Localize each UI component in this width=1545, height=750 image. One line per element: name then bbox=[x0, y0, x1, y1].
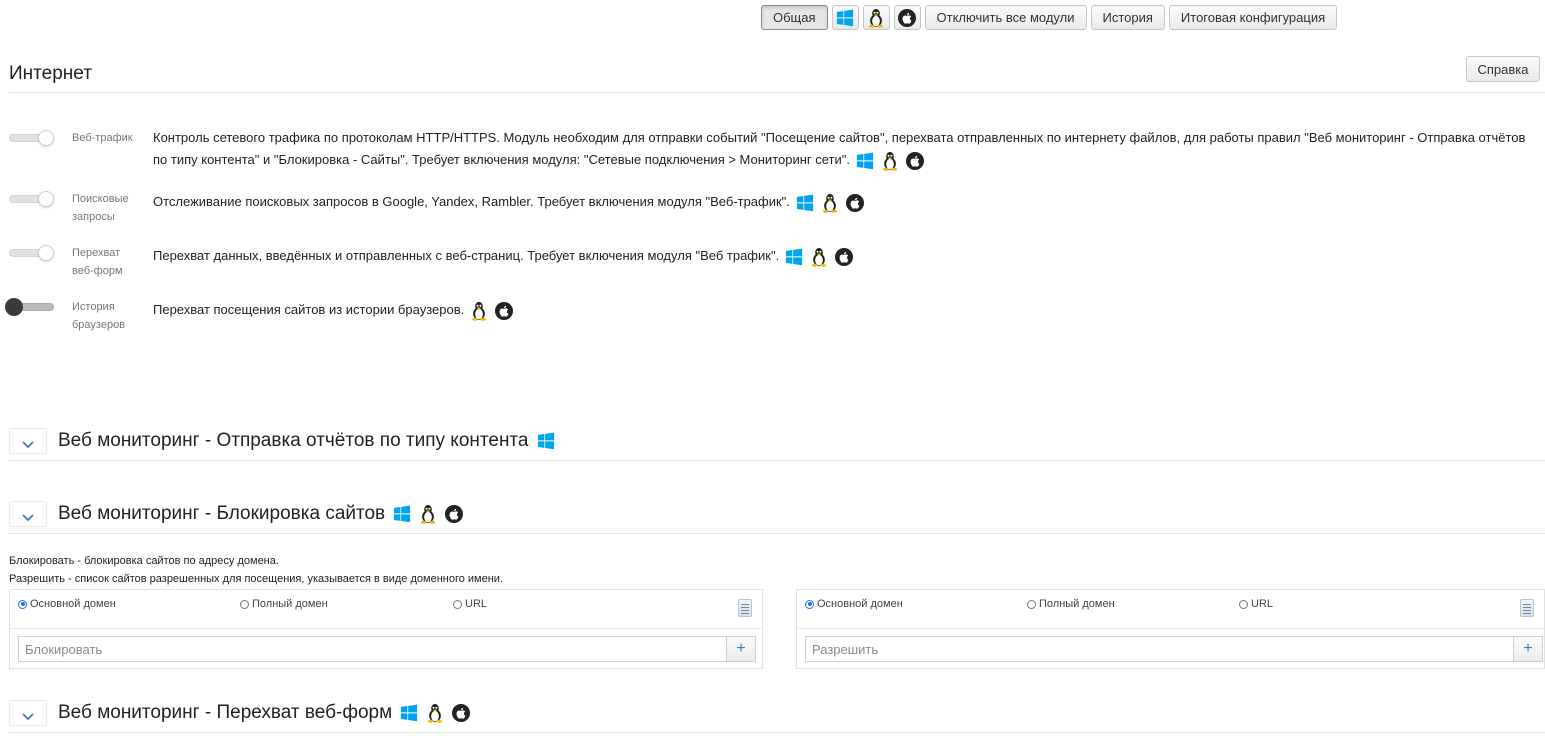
linux-icon bbox=[821, 193, 839, 213]
divider bbox=[9, 460, 1545, 461]
apple-icon bbox=[898, 8, 916, 28]
windows-icon bbox=[537, 431, 555, 451]
apple-icon bbox=[445, 504, 463, 524]
help-button[interactable]: Справка bbox=[1466, 56, 1540, 82]
linux-icon bbox=[881, 151, 899, 171]
module-label: Перехват веб-форм bbox=[72, 247, 123, 277]
apple-icon bbox=[495, 301, 513, 321]
rule-title-form-capture: Веб мониторинг - Перехват веб-форм bbox=[58, 702, 470, 724]
module-description: Контроль сетевого трафика по протоколам … bbox=[153, 127, 1538, 171]
general-button[interactable]: Общая bbox=[761, 5, 828, 30]
list-icon[interactable] bbox=[1520, 599, 1534, 617]
add-block-button[interactable]: + bbox=[726, 636, 756, 662]
block-radio-full-domain[interactable]: Полный домен bbox=[240, 598, 328, 610]
apple-icon bbox=[846, 193, 864, 213]
expand-form-capture-button[interactable] bbox=[9, 700, 47, 726]
os-support-icons bbox=[856, 151, 924, 171]
os-support-icons bbox=[796, 193, 864, 213]
windows-icon bbox=[785, 247, 803, 267]
add-allow-button[interactable]: + bbox=[1513, 636, 1543, 662]
linux-icon bbox=[867, 8, 885, 28]
allow-radio-url[interactable]: URL bbox=[1239, 598, 1273, 610]
section-title: Интернет bbox=[9, 63, 92, 84]
expand-content-reports-button[interactable] bbox=[9, 428, 47, 454]
web-form-capture-toggle[interactable] bbox=[9, 245, 54, 261]
apple-icon bbox=[835, 247, 853, 267]
block-radio-url[interactable]: URL bbox=[453, 598, 487, 610]
block-note: Блокировать - блокировка сайтов по адрес… bbox=[9, 555, 279, 567]
block-panel: Основной домен Полный домен URL + bbox=[9, 589, 763, 669]
rule-title-content-reports: Веб мониторинг - Отправка отчётов по тип… bbox=[58, 430, 555, 452]
apple-icon bbox=[906, 151, 924, 171]
windows-icon bbox=[400, 703, 418, 723]
module-description: Перехват данных, введённых и отправленны… bbox=[153, 245, 853, 267]
windows-filter-button[interactable] bbox=[831, 5, 859, 30]
allow-radio-full-domain[interactable]: Полный домен bbox=[1027, 598, 1115, 610]
chevron-down-icon bbox=[22, 709, 34, 717]
final-config-button[interactable]: Итоговая конфигурация bbox=[1168, 5, 1338, 30]
history-button[interactable]: История bbox=[1090, 5, 1165, 30]
chevron-down-icon bbox=[22, 437, 34, 445]
module-description: Перехват посещения сайтов из истории бра… bbox=[153, 299, 513, 321]
apple-icon bbox=[452, 703, 470, 723]
divider bbox=[9, 533, 1545, 534]
linux-icon bbox=[810, 247, 828, 267]
allow-panel: Основной домен Полный домен URL + bbox=[796, 589, 1545, 669]
module-label: История браузеров bbox=[72, 301, 126, 331]
block-radio-main-domain[interactable]: Основной домен bbox=[18, 598, 116, 610]
linux-filter-button[interactable] bbox=[862, 5, 890, 30]
disable-all-modules-button[interactable]: Отключить все модули bbox=[924, 5, 1087, 30]
top-toolbar: Общая Отключить все модули История Итого… bbox=[761, 5, 1338, 30]
linux-icon bbox=[419, 504, 437, 524]
divider bbox=[9, 732, 1545, 733]
windows-icon bbox=[836, 8, 854, 28]
macos-filter-button[interactable] bbox=[893, 5, 921, 30]
windows-icon bbox=[856, 151, 874, 171]
module-label: Веб-трафик bbox=[72, 132, 133, 144]
os-support-icons bbox=[785, 247, 853, 267]
allow-radio-main-domain[interactable]: Основной домен bbox=[805, 598, 903, 610]
web-traffic-toggle[interactable] bbox=[9, 130, 54, 146]
windows-icon bbox=[393, 504, 411, 524]
windows-icon bbox=[796, 193, 814, 213]
expand-site-blocking-button[interactable] bbox=[9, 501, 47, 527]
module-description: Отслеживание поисковых запросов в Google… bbox=[153, 191, 864, 213]
section-divider bbox=[9, 92, 1545, 93]
rule-title-site-blocking: Веб мониторинг - Блокировка сайтов bbox=[58, 503, 463, 525]
os-support-icons bbox=[470, 301, 513, 321]
chevron-down-icon bbox=[22, 510, 34, 518]
allow-note: Разрешить - список сайтов разрешенных дл… bbox=[9, 573, 504, 585]
list-icon[interactable] bbox=[738, 599, 752, 617]
block-input[interactable] bbox=[18, 636, 726, 662]
search-queries-toggle[interactable] bbox=[9, 191, 54, 207]
linux-icon bbox=[426, 703, 444, 723]
linux-icon bbox=[470, 301, 488, 321]
browser-history-toggle[interactable] bbox=[5, 298, 54, 316]
allow-input[interactable] bbox=[805, 636, 1513, 662]
module-label: Поисковые запросы bbox=[72, 193, 129, 223]
